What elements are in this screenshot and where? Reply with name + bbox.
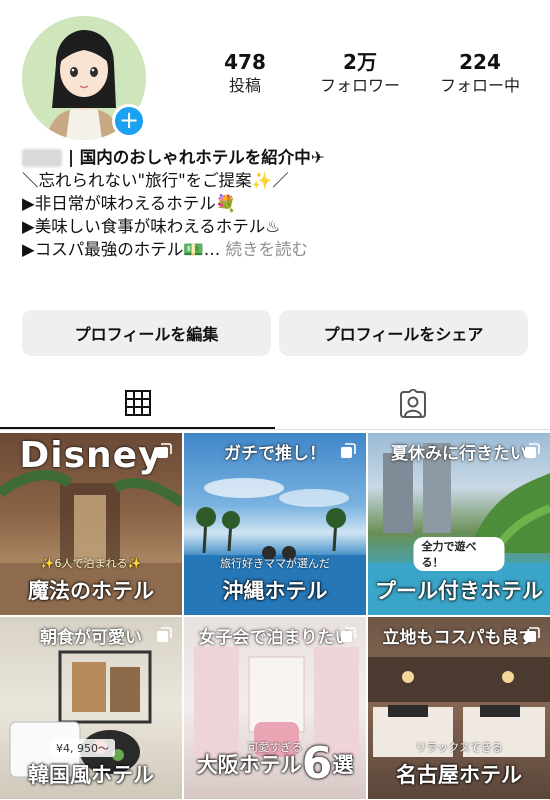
multiple-images-icon [157,443,172,458]
blurred-username [22,148,62,167]
stat-followers[interactable]: 2万 フォロワー [300,50,420,98]
profile-avatar-container[interactable]: + [22,16,146,140]
post-tile[interactable]: 夏休みに行きたい 全力で遊べる！ プール付きホテル [368,433,550,615]
bio-name-line: | 国内のおしゃれホテルを紹介中✈ [22,146,532,169]
multiple-images-icon [341,627,356,642]
multiple-images-icon [341,443,356,458]
post-title-bottom: プール付きホテル [375,579,543,603]
profile-bio: | 国内のおしゃれホテルを紹介中✈ ＼忘れられない"旅行"をご提案✨／ ▶非日常… [22,146,532,261]
post-title-bottom: 沖縄ホテル [222,579,328,603]
post-title-bottom-suffix: 選 [332,753,354,777]
stat-following[interactable]: 224 フォロー中 [420,50,540,98]
post-tile[interactable]: 朝食が可愛い ¥4, 950〜 韓国風ホテル [0,617,182,799]
stat-followers-label: フォロワー [319,76,400,95]
posts-grid: Disney ✨6人で泊まれる✨ 魔法のホテル ガチで推し！ 旅行好きママが選ん… [0,433,550,799]
post-subtitle: 旅行好きママが選んだ [220,557,330,570]
post-title-bottom: 韓国風ホテル [28,763,154,787]
grid-icon [124,389,151,416]
multiple-images-icon [525,627,540,642]
post-badge: 全力で遊べる！ [413,537,505,571]
share-profile-button[interactable]: プロフィールをシェア [279,310,528,356]
read-more-link[interactable]: 続きを読む [225,240,308,259]
profile-stats: 478 投稿 2万 フォロワー 224 フォロー中 [190,50,540,98]
edit-profile-button[interactable]: プロフィールを編集 [22,310,271,356]
stat-followers-count: 2万 [343,50,377,74]
stat-posts[interactable]: 478 投稿 [190,50,300,98]
post-subtitle: リラックスできる [415,741,503,754]
post-tile[interactable]: Disney ✨6人で泊まれる✨ 魔法のホテル [0,433,182,615]
post-subtitle: ✨6人で泊まれる✨ [40,557,142,570]
post-tile[interactable]: ガチで推し！ 旅行好きママが選んだ 沖縄ホテル [184,433,366,615]
stat-following-count: 224 [459,50,501,74]
post-title-top: Disney [19,435,163,476]
post-title-top: 朝食が可愛い [40,628,142,648]
post-price-tag: ¥4, 950〜 [50,739,115,757]
tagged-person-icon [399,388,426,418]
stat-following-label: フォロー中 [439,76,520,95]
multiple-images-icon [157,627,172,642]
bio-line-3: ▶美味しい食事が味わえるホテル♨ [22,217,280,236]
profile-actions: プロフィールを編集 プロフィールをシェア [22,310,528,356]
bio-line-1: ＼忘れられない"旅行"をご提案✨／ [22,171,289,190]
bio-name-text: | 国内のおしゃれホテルを紹介中✈ [68,148,325,167]
bio-line-4-text: ▶コスパ最強のホテル💵… [22,240,221,259]
stat-posts-label: 投稿 [228,76,261,95]
bio-line-4: ▶コスパ最強のホテル💵… 続きを読む [22,238,532,261]
post-title-top: 女子会で泊まりたい [198,628,352,648]
multiple-images-icon [525,443,540,458]
post-title-top: 立地もコスパも良す [382,628,536,648]
post-title-bottom-number: 6 [301,738,333,789]
tab-tagged[interactable] [275,378,550,429]
tab-posts-grid[interactable] [0,378,275,429]
post-title-bottom-main: 大阪ホテル [196,753,302,777]
stat-posts-count: 478 [224,50,266,74]
profile-tabs [0,378,550,430]
post-tile[interactable]: 女子会で泊まりたい 可愛すぎる 大阪ホテル6選 [184,617,366,799]
post-title-bottom: 魔法のホテル [28,579,154,603]
post-title-top: 夏休みに行きたい [391,444,527,464]
add-story-icon[interactable]: + [112,104,146,138]
post-title-top: ガチで推し！ [224,444,326,464]
post-title-bottom: 大阪ホテル6選 [184,738,366,789]
bio-line-2: ▶非日常が味わえるホテル💐 [22,194,237,213]
post-title-bottom: 名古屋ホテル [396,763,522,787]
post-tile[interactable]: 立地もコスパも良す リラックスできる 名古屋ホテル [368,617,550,799]
